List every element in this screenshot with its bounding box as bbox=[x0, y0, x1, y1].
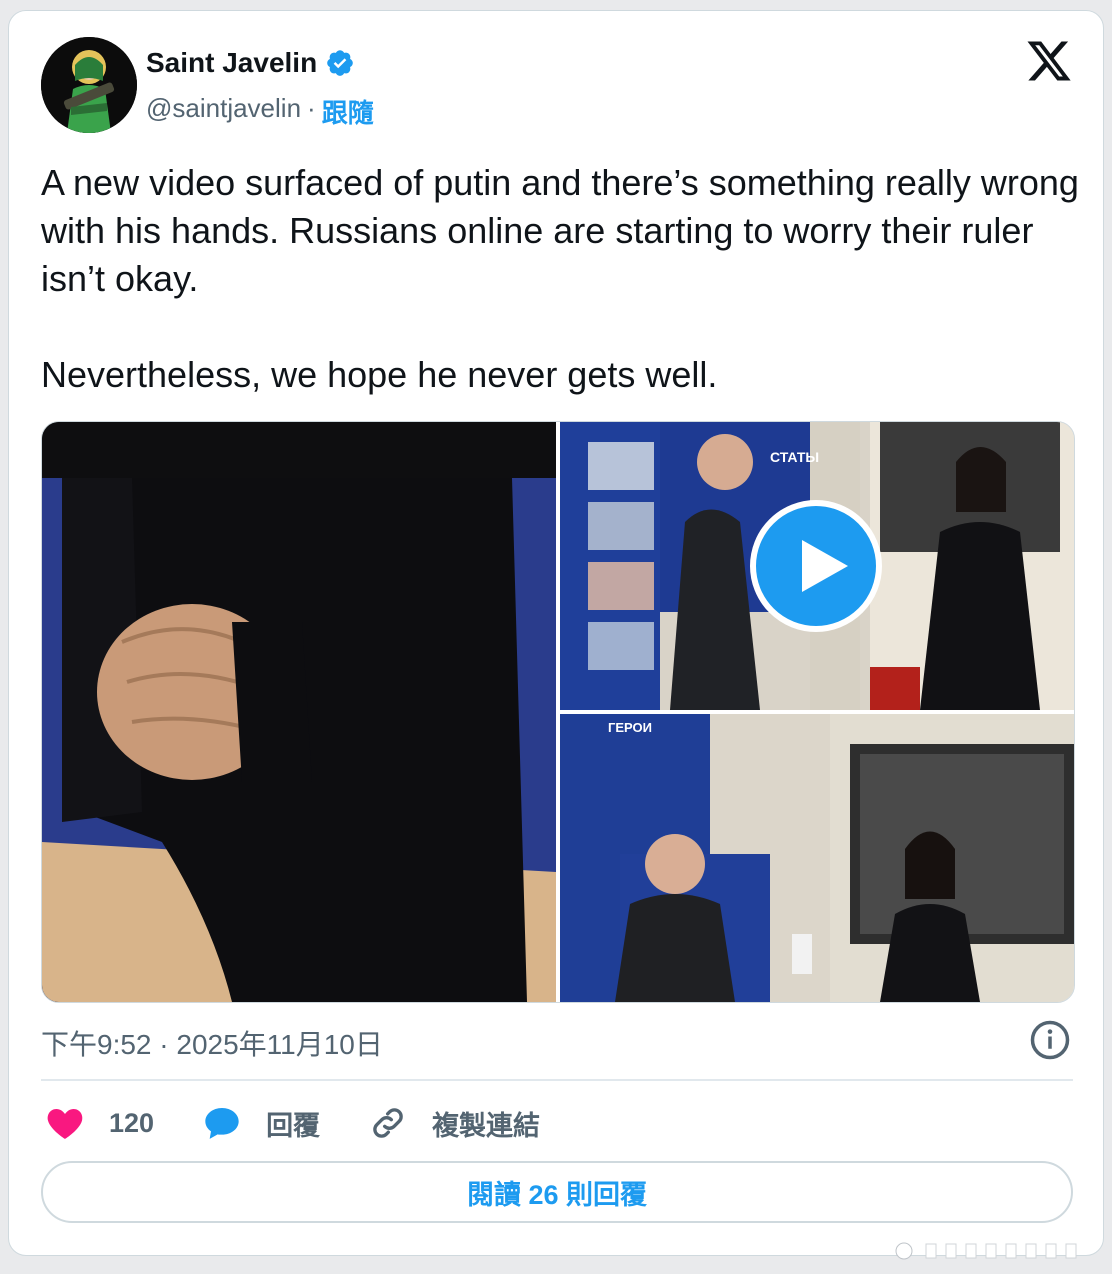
poster-text-bottom: ГЕРОИ bbox=[608, 720, 652, 735]
media-image-hand-closeup[interactable] bbox=[42, 422, 556, 1002]
tweet-text: A new video surfaced of putin and there’… bbox=[41, 162, 1079, 395]
reply-label: 回覆 bbox=[266, 1110, 321, 1141]
meeting-image: ГЕРОИ bbox=[560, 714, 1074, 1002]
read-replies-button[interactable]: 閱讀 26 則回覆 bbox=[41, 1161, 1073, 1223]
follow-button[interactable]: 跟隨 bbox=[322, 93, 374, 130]
tweet-timestamp[interactable]: 下午9:52 · 2025年11月10日 bbox=[41, 1023, 383, 1063]
media-image-meeting[interactable]: ГЕРОИ bbox=[560, 714, 1074, 1002]
handle-separator: · bbox=[307, 93, 316, 123]
heart-icon bbox=[47, 1109, 83, 1139]
author-handle[interactable]: @saintjavelin bbox=[146, 93, 301, 130]
info-icon[interactable] bbox=[1029, 1019, 1071, 1061]
page-indicator-icon bbox=[895, 1242, 1077, 1260]
action-bar: 120 回覆 複製連結 bbox=[45, 1099, 588, 1147]
author-avatar[interactable] bbox=[41, 37, 137, 133]
verified-badge-icon bbox=[327, 50, 353, 76]
reply-button[interactable]: 回覆 bbox=[202, 1103, 320, 1143]
tweet-card: Saint Javelin @saintjavelin · 跟隨 A new v… bbox=[8, 10, 1104, 1256]
saint-javelin-avatar-icon bbox=[41, 37, 137, 133]
link-icon bbox=[373, 1108, 403, 1138]
media-video-thumbnail[interactable]: СТАТЫ bbox=[560, 422, 1074, 710]
author-name[interactable]: Saint Javelin bbox=[146, 47, 317, 79]
copy-link-button[interactable]: 複製連結 bbox=[368, 1103, 540, 1143]
poster-text-top: СТАТЫ bbox=[770, 449, 819, 465]
reply-bubble-icon bbox=[205, 1108, 239, 1139]
play-button[interactable] bbox=[750, 500, 882, 632]
x-logo-icon[interactable] bbox=[1025, 37, 1073, 85]
media-grid[interactable]: СТАТЫ ГЕРОИ bbox=[41, 421, 1075, 1003]
like-button[interactable]: 120 bbox=[45, 1103, 154, 1143]
copy-link-label: 複製連結 bbox=[432, 1110, 541, 1141]
divider bbox=[41, 1079, 1073, 1081]
hand-closeup-image bbox=[42, 422, 556, 1002]
like-count: 120 bbox=[109, 1107, 155, 1138]
